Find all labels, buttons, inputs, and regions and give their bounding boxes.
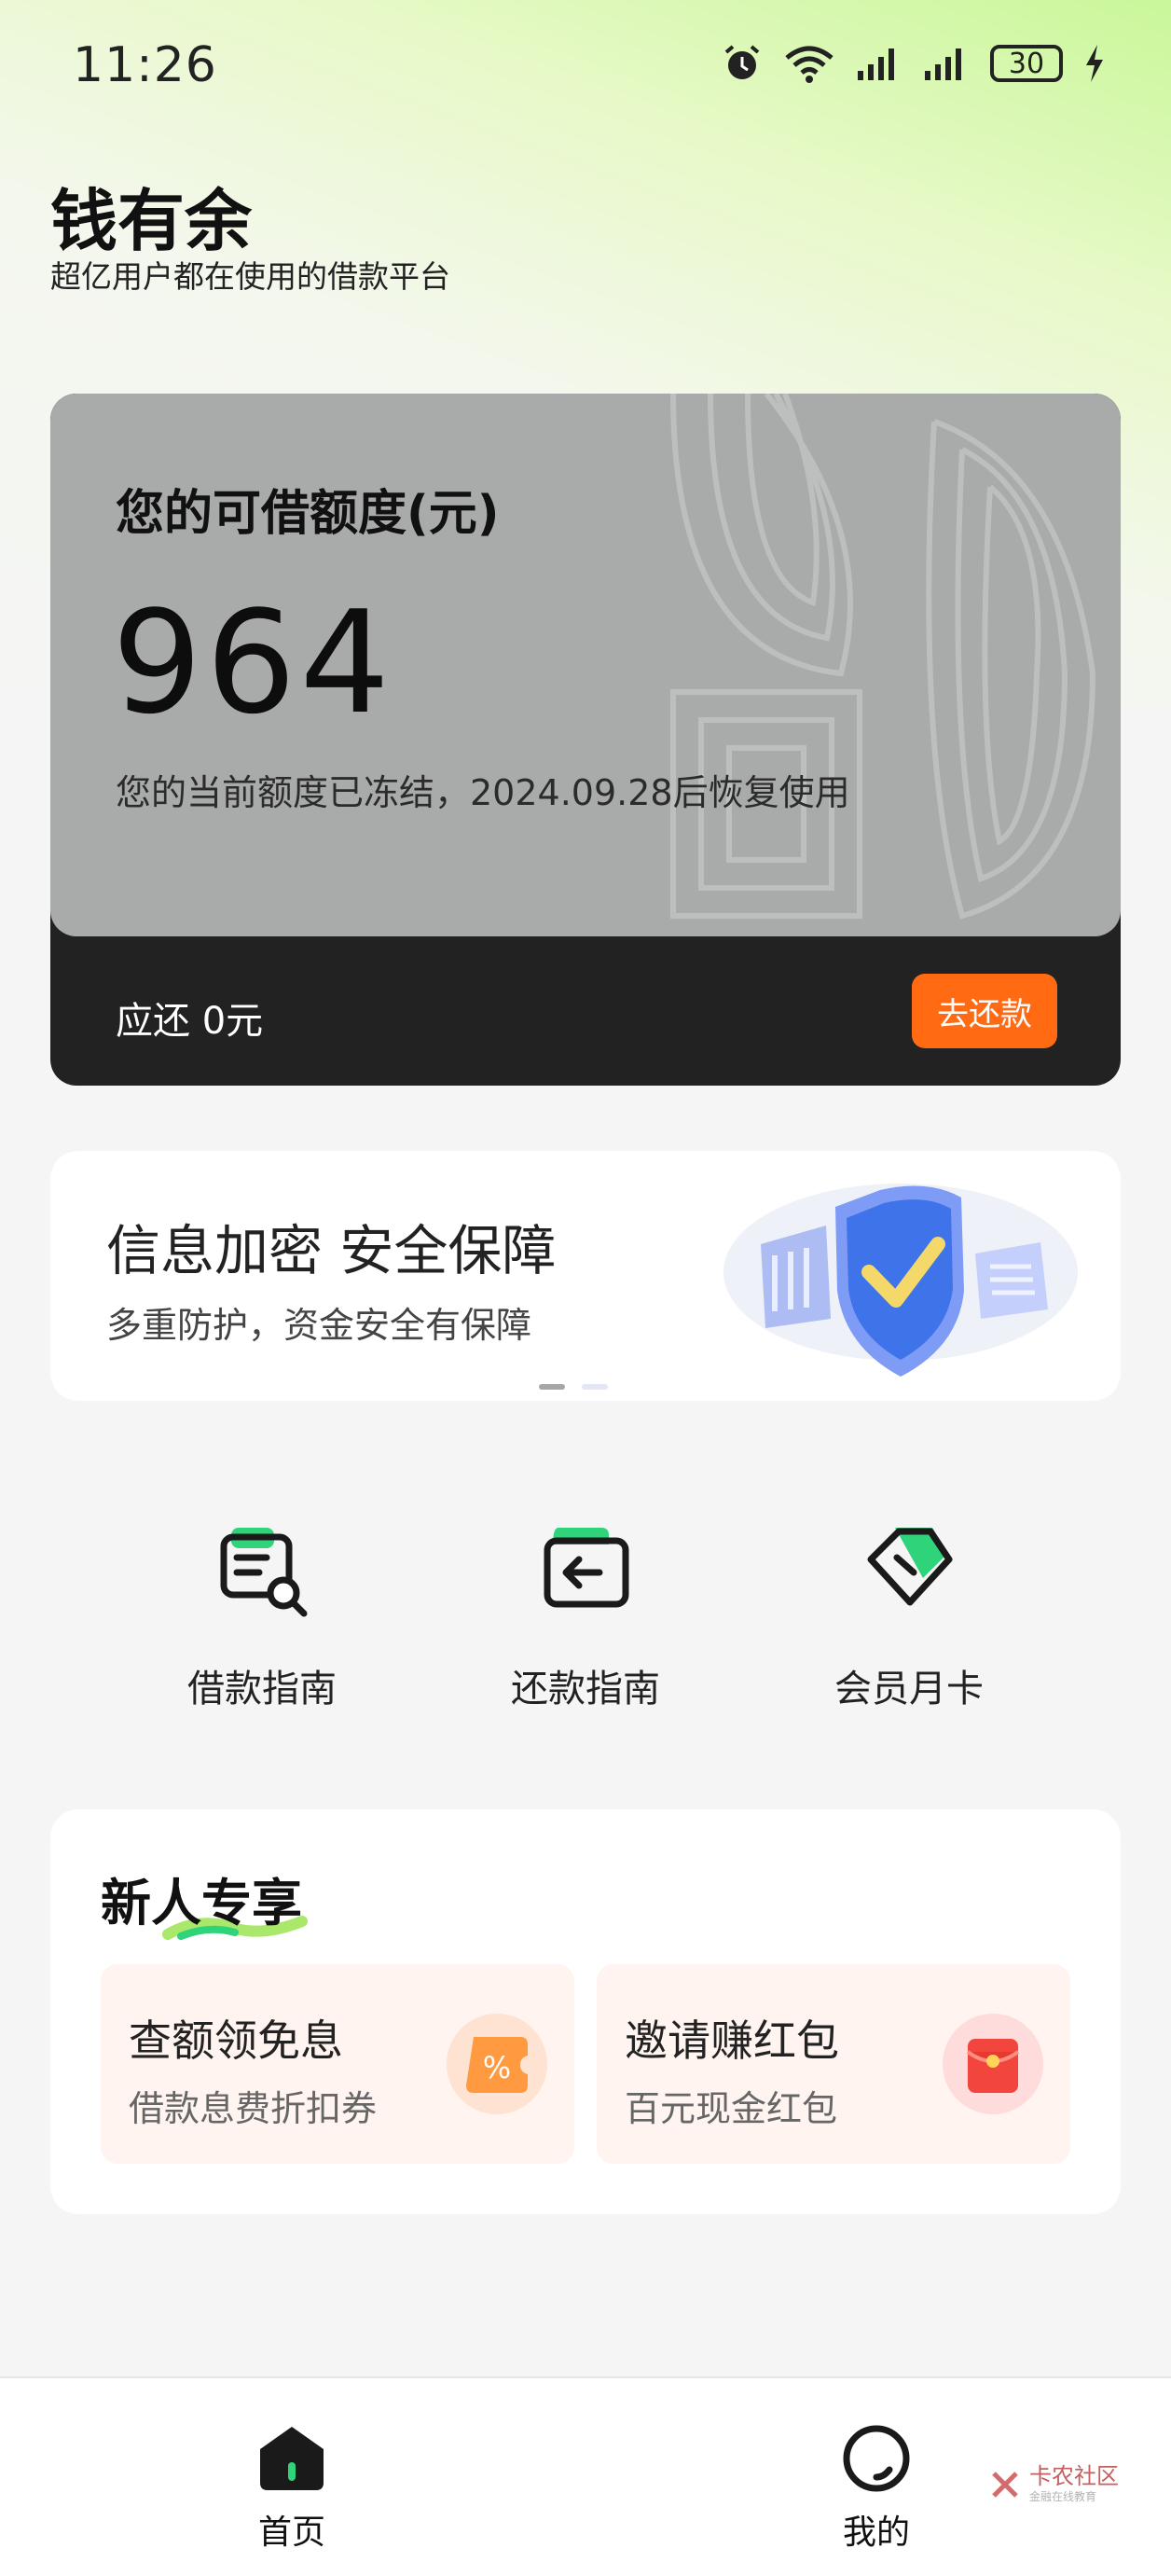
security-banner[interactable]: 信息加密 安全保障 多重防护，资金安全有保障 — [50, 1151, 1121, 1401]
banner-subtitle: 多重防护，资金安全有保障 — [106, 1305, 532, 1346]
svg-text:%: % — [483, 2050, 511, 2085]
promo-invite[interactable]: 邀请赚红包 百元现金红包 — [597, 1964, 1070, 2164]
app-title: 钱有余 — [50, 182, 253, 260]
card-decoration — [670, 394, 1096, 920]
new-user-section: 新人专享 查额领免息 借款息费折扣券 % 邀请赚红包 百元现金红包 — [50, 1809, 1121, 2214]
loan-guide-label: 借款指南 — [187, 1668, 337, 1710]
promo-title: 邀请赚红包 — [625, 2015, 839, 2066]
credit-card: 您的可借额度(元) 964 您的当前额度已冻结，2024.09.28后恢复使用 … — [50, 394, 1121, 1086]
nav-profile-label: 我的 — [842, 2514, 910, 2552]
status-bar: 11:26 30 — [0, 0, 1171, 131]
loan-guide-icon — [220, 1528, 308, 1617]
promo-subtitle: 百元现金红包 — [625, 2088, 838, 2129]
member-card-icon — [867, 1528, 953, 1606]
charging-icon — [1086, 45, 1103, 82]
wifi-icon — [785, 46, 833, 83]
watermark-subtext: 金融在线教育 — [1029, 2490, 1097, 2503]
banner-pagination — [539, 1384, 608, 1390]
member-card-button[interactable]: 会员月卡 — [769, 1520, 1049, 1712]
battery-level: 30 — [1008, 47, 1045, 80]
promo-title: 查额领免息 — [129, 2015, 343, 2066]
watermark-logo-icon — [992, 2471, 1018, 2498]
home-icon — [260, 2427, 324, 2490]
watermark-text: 卡农社区 — [1029, 2463, 1119, 2489]
new-user-title: 新人专享 — [101, 1874, 302, 1932]
nav-home-label: 首页 — [257, 2514, 325, 2552]
pagination-dot[interactable] — [539, 1384, 565, 1390]
credit-limit-label: 您的可借额度(元) — [116, 486, 500, 542]
watermark: 卡农社区 金融在线教育 — [988, 2464, 1119, 2504]
discount-coupon-icon: % — [447, 2014, 547, 2114]
promo-interest-free[interactable]: 查额领免息 借款息费折扣券 % — [101, 1964, 574, 2164]
quick-actions: 借款指南 还款指南 会员月卡 — [0, 1520, 1171, 1735]
banner-title: 信息加密 安全保障 — [106, 1219, 557, 1282]
status-icons: 30 — [722, 43, 1106, 84]
signal-icon — [858, 48, 894, 80]
member-card-label: 会员月卡 — [834, 1668, 984, 1710]
credit-limit-amount: 964 — [112, 580, 394, 745]
profile-icon — [843, 2425, 910, 2492]
frozen-notice: 您的当前额度已冻结，2024.09.28后恢复使用 — [116, 772, 850, 813]
promo-subtitle: 借款息费折扣券 — [129, 2088, 378, 2129]
loan-guide-button[interactable]: 借款指南 — [122, 1520, 402, 1712]
repay-guide-label: 还款指南 — [511, 1668, 660, 1710]
alarm-icon — [724, 45, 760, 79]
repay-guide-icon — [544, 1528, 629, 1608]
battery-icon: 30 — [990, 45, 1063, 82]
nav-profile[interactable]: 我的 — [783, 2423, 970, 2554]
security-shield-icon — [723, 1184, 1078, 1377]
repay-guide-button[interactable]: 还款指南 — [446, 1520, 725, 1712]
credit-limit-panel: 您的可借额度(元) 964 您的当前额度已冻结，2024.09.28后恢复使用 — [50, 394, 1121, 936]
status-time: 11:26 — [73, 37, 217, 93]
red-envelope-icon — [943, 2014, 1043, 2114]
repay-button[interactable]: 去还款 — [912, 974, 1057, 1048]
nav-home[interactable]: 首页 — [199, 2423, 385, 2554]
amount-due: 应还 0元 — [116, 1000, 264, 1043]
pagination-dot[interactable] — [582, 1384, 608, 1390]
app-subtitle: 超亿用户都在使用的借款平台 — [50, 258, 450, 295]
signal-icon — [925, 48, 961, 80]
